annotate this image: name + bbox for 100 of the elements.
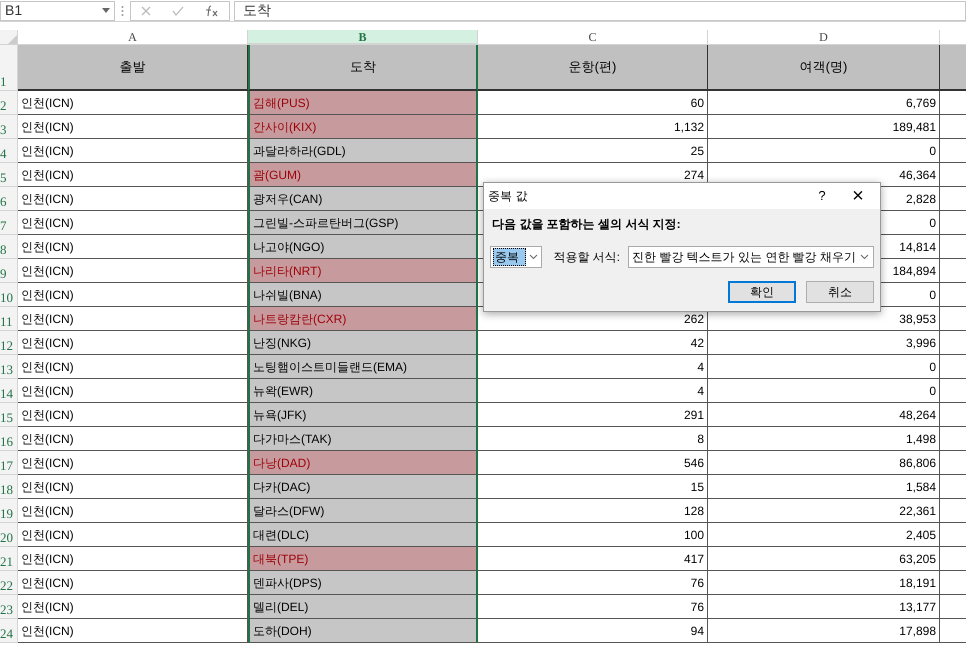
table-cell: 나트랑캄란(CXR)	[248, 307, 478, 331]
formula-field[interactable]: 도착	[234, 0, 966, 20]
header-cell: 출발	[18, 45, 248, 91]
table-cell: 42	[478, 331, 708, 355]
table-cell: 인천(ICN)	[18, 259, 248, 283]
row-header: 2	[0, 91, 18, 115]
table-cell: 인천(ICN)	[18, 571, 248, 595]
table-cell: 1,498	[708, 427, 940, 451]
rule-dropdown[interactable]: 중복	[490, 246, 542, 268]
table-cell: 나쉬빌(BNA)	[248, 283, 478, 307]
table-cell: 48,264	[708, 403, 940, 427]
header-cell: 여객(명)	[708, 45, 940, 91]
row-header: 10	[0, 283, 18, 307]
table-cell: 417	[478, 547, 708, 571]
row-header: 8	[0, 235, 18, 259]
column-header[interactable]: B	[248, 30, 478, 45]
table-cell: 나고야(NGO)	[248, 235, 478, 259]
table-cell: 94	[478, 619, 708, 643]
dialog-button[interactable]: 취소	[806, 281, 874, 303]
row-header: 21	[0, 547, 18, 571]
table-cell: 1,132	[478, 115, 708, 139]
table-cell: 291	[478, 403, 708, 427]
table-cell: 인천(ICN)	[18, 163, 248, 187]
table-cell: 6,769	[708, 91, 940, 115]
row-header: 3	[0, 115, 18, 139]
row-header: 19	[0, 499, 18, 523]
row-header: 7	[0, 211, 18, 235]
check-icon[interactable]	[172, 6, 184, 16]
row-header: 1	[0, 45, 18, 91]
table-cell: 86,806	[708, 451, 940, 475]
row-header: 22	[0, 571, 18, 595]
table-cell: 4	[478, 379, 708, 403]
row-header: 23	[0, 595, 18, 619]
table-cell: 인천(ICN)	[18, 139, 248, 163]
table-cell: 18,191	[708, 571, 940, 595]
table-cell: 인천(ICN)	[18, 619, 248, 643]
table-cell: 인천(ICN)	[18, 115, 248, 139]
row-header: 13	[0, 355, 18, 379]
table-cell: 덴파사(DPS)	[248, 571, 478, 595]
table-cell: 76	[478, 571, 708, 595]
table-cell: 다카(DAC)	[248, 475, 478, 499]
table-cell: 인천(ICN)	[18, 547, 248, 571]
table-cell: 대북(TPE)	[248, 547, 478, 571]
table-cell: 15	[478, 475, 708, 499]
header-cell	[940, 45, 966, 91]
table-cell: 난징(NKG)	[248, 331, 478, 355]
name-box[interactable]: B1	[0, 0, 115, 20]
row-header: 5	[0, 163, 18, 187]
row-header: 12	[0, 331, 18, 355]
table-cell: 63,205	[708, 547, 940, 571]
caret-icon[interactable]	[529, 254, 538, 260]
table-cell: 뉴욕(JFK)	[248, 403, 478, 427]
row-header: 11	[0, 307, 18, 331]
table-cell: 1,584	[708, 475, 940, 499]
table-cell: 인천(ICN)	[18, 235, 248, 259]
caret-icon[interactable]	[860, 254, 869, 260]
row-header: 18	[0, 475, 18, 499]
row-header: 16	[0, 427, 18, 451]
header-cell: 도착	[248, 45, 478, 91]
format-dropdown[interactable]: 진한 빨강 텍스트가 있는 연한 빨강 채우기	[628, 246, 874, 268]
table-cell: 0	[708, 139, 940, 163]
table-cell: 인천(ICN)	[18, 331, 248, 355]
dialog-button[interactable]: 확인	[728, 281, 796, 303]
table-cell: 노팅햄이스트미들랜드(EMA)	[248, 355, 478, 379]
table-cell: 128	[478, 499, 708, 523]
row-header: 6	[0, 187, 18, 211]
table-cell: 22,361	[708, 499, 940, 523]
table-cell: 인천(ICN)	[18, 427, 248, 451]
table-cell: 인천(ICN)	[18, 379, 248, 403]
table-cell: 8	[478, 427, 708, 451]
row-header: 15	[0, 403, 18, 427]
column-header[interactable]: C	[478, 30, 708, 45]
row-header: 20	[0, 523, 18, 547]
table-cell: 4	[478, 355, 708, 379]
table-cell: 인천(ICN)	[18, 475, 248, 499]
more-icon	[121, 4, 124, 16]
column-header[interactable]: A	[18, 30, 248, 45]
table-cell: 3,996	[708, 331, 940, 355]
table-cell: 인천(ICN)	[18, 91, 248, 115]
row-header: 9	[0, 259, 18, 283]
table-cell: 인천(ICN)	[18, 187, 248, 211]
table-cell: 달라스(DFW)	[248, 499, 478, 523]
table-cell: 나리타(NRT)	[248, 259, 478, 283]
table-cell: 대련(DLC)	[248, 523, 478, 547]
format-label: 적용할 서식:	[553, 249, 620, 266]
table-cell: 델리(DEL)	[248, 595, 478, 619]
table-cell: 17,898	[708, 619, 940, 643]
function-icon[interactable]	[204, 4, 219, 16]
table-cell: 괌(GUM)	[248, 163, 478, 187]
table-cell: 189,481	[708, 115, 940, 139]
table-cell: 김해(PUS)	[248, 91, 478, 115]
table-cell: 과달라하라(GDL)	[248, 139, 478, 163]
table-cell: 인천(ICN)	[18, 283, 248, 307]
table-cell: 광저우(CAN)	[248, 187, 478, 211]
table-cell: 인천(ICN)	[18, 211, 248, 235]
table-cell: 간사이(KIX)	[248, 115, 478, 139]
table-cell: 인천(ICN)	[18, 523, 248, 547]
header-cell: 운항(편)	[478, 45, 708, 91]
column-header[interactable]: D	[708, 30, 940, 45]
row-header: 4	[0, 139, 18, 163]
